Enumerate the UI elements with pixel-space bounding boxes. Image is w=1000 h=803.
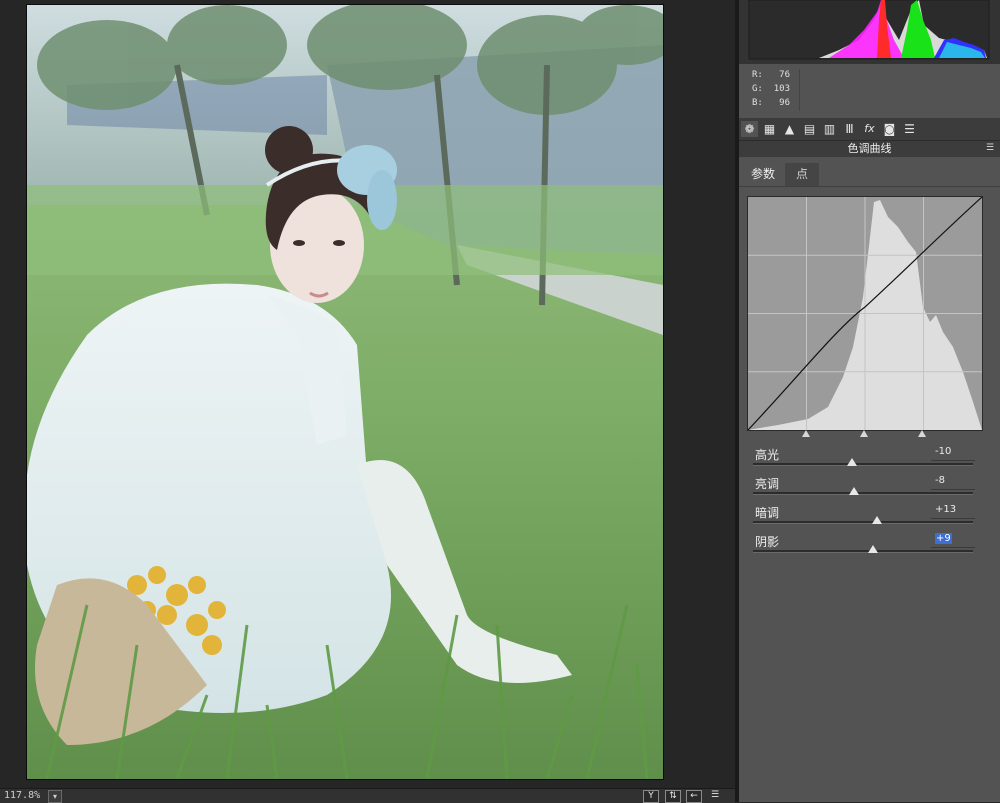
histogram (739, 0, 1000, 64)
tab-divider (739, 186, 1000, 187)
curve-mode-tabs: 参数 点 (739, 160, 1000, 186)
slider-row: 亮调 -8 (753, 475, 975, 504)
tab-parametric[interactable]: 参数 (743, 163, 783, 186)
g-value: 103 (773, 84, 790, 94)
highlights-split-marker[interactable] (918, 430, 926, 437)
slider-label: 高光 (755, 448, 780, 462)
mountain-icon[interactable]: ▲ (781, 121, 798, 137)
image-canvas[interactable] (0, 0, 735, 788)
r-label: R: (752, 70, 763, 80)
slider-value: -10 (935, 446, 952, 457)
slider-label: 阴影 (755, 535, 780, 549)
slider-value-field[interactable]: +13 (931, 504, 975, 519)
rgb-readout: R: 76 G: 103 B: 96 (739, 66, 1000, 116)
slider-value-field[interactable]: -10 (931, 446, 975, 461)
shadows-split-marker[interactable] (802, 430, 810, 437)
slider-value: +13 (935, 504, 957, 515)
before-after-y-icon[interactable]: Y (643, 790, 659, 803)
copy-settings-icon[interactable]: ← (686, 790, 702, 803)
aperture-icon[interactable]: ❁ (741, 121, 758, 137)
panel-menu-icon[interactable]: ☰ (985, 144, 995, 153)
fx-icon[interactable]: fx (861, 121, 878, 137)
slider-row: 阴影 +9 (753, 533, 975, 562)
section-title: 色调曲线 (847, 142, 892, 155)
adjustments-panel: R: 76 G: 103 B: 96 ❁ ▦ ▲ ▤ ▥ Ⅲfx ◙ ☰ 色调曲线 ☰ 参数 点 (739, 0, 1000, 802)
status-bar: 117.8% ▾ Y ⇅ ← ☰ (0, 788, 735, 803)
slider-thumb[interactable] (847, 458, 857, 466)
rgb-divider (799, 69, 800, 111)
tab-point[interactable]: 点 (785, 163, 819, 186)
slider-track[interactable] (753, 550, 973, 553)
slider-thumb[interactable] (849, 487, 860, 495)
photo-image (27, 5, 663, 779)
settings-sliders-icon[interactable]: ☰ (708, 790, 722, 801)
slider-thumb[interactable] (867, 545, 878, 553)
lens-icon[interactable]: Ⅲ (841, 121, 858, 137)
tool-tabs: ❁ ▦ ▲ ▤ ▥ Ⅲfx ◙ ☰ (739, 118, 1000, 140)
section-header: 色调曲线 ☰ (739, 140, 1000, 157)
slider-track[interactable] (753, 492, 973, 495)
slider-row: 高光 -10 (753, 446, 975, 475)
slider-row: 暗调 +13 (753, 504, 975, 533)
grid-icon[interactable]: ▦ (761, 121, 778, 137)
slider-value: -8 (935, 475, 945, 486)
chevron-down-icon[interactable]: ▾ (48, 790, 62, 803)
swap-before-after-icon[interactable]: ⇅ (665, 790, 681, 803)
slider-value-field[interactable]: -8 (931, 475, 975, 490)
midtones-split-marker[interactable] (860, 430, 868, 437)
hsl-icon[interactable]: ▥ (821, 121, 838, 137)
slider-thumb[interactable] (872, 516, 883, 524)
g-label: G: (752, 84, 763, 94)
slider-label: 亮调 (755, 477, 780, 491)
b-label: B: (752, 98, 763, 108)
slider-track[interactable] (753, 463, 973, 466)
photo-preview[interactable] (26, 4, 664, 780)
zoom-level[interactable]: 117.8% (4, 790, 40, 801)
slider-track[interactable] (753, 521, 973, 524)
r-value: 76 (779, 70, 790, 80)
tone-curve-graph[interactable] (747, 196, 983, 431)
b-value: 96 (779, 98, 790, 108)
slider-value-field[interactable]: +9 (931, 533, 975, 548)
slider-value: +9 (935, 533, 952, 544)
camera-icon[interactable]: ◙ (881, 121, 898, 137)
split-tone-icon[interactable]: ▤ (801, 121, 818, 137)
slider-label: 暗调 (755, 506, 780, 520)
presets-icon[interactable]: ☰ (901, 121, 918, 137)
